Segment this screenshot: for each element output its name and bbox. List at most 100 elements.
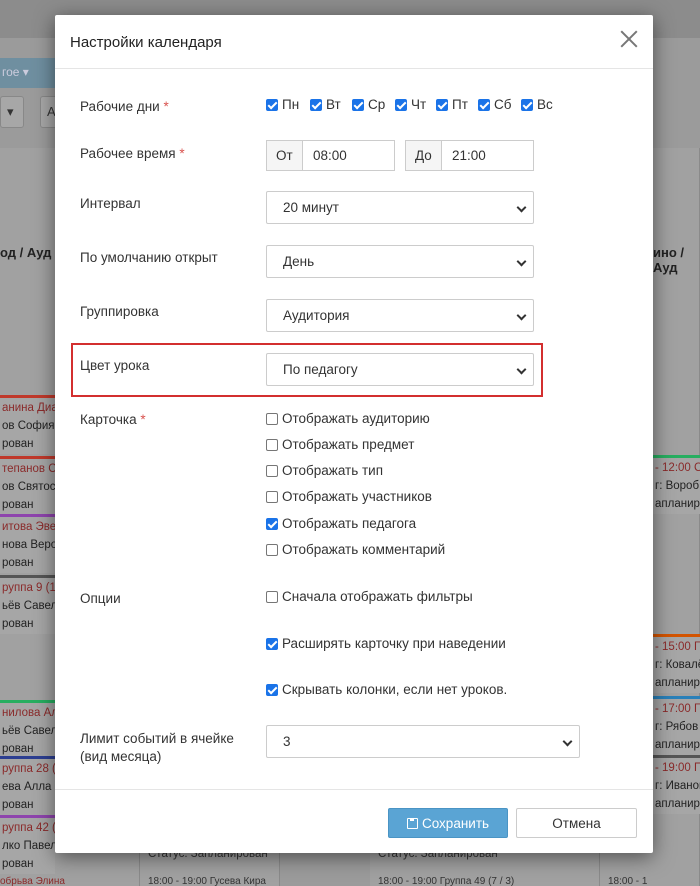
card-option-3[interactable]: Отображать участников bbox=[266, 489, 432, 504]
chevron-down-icon bbox=[516, 202, 527, 213]
option-item-2[interactable]: Скрывать колонки, если нет уроков. bbox=[266, 682, 507, 697]
background-card-line: ьёв Савел bbox=[2, 725, 55, 737]
day-checkbox-2-label: Ср bbox=[368, 97, 386, 112]
background-event-card: - 19:00 Пан г: Иванов апланиро bbox=[653, 755, 700, 814]
card-option-4[interactable]: Отображать педагога bbox=[266, 516, 416, 531]
option-item-0-label: Сначала отображать фильтры bbox=[282, 589, 473, 604]
background-card-line: - 17:00 Гру bbox=[655, 703, 700, 715]
default-open-label: По умолчанию открыт bbox=[80, 250, 218, 265]
background-card-line: рован bbox=[2, 858, 34, 870]
option-item-0[interactable]: Сначала отображать фильтры bbox=[266, 589, 473, 604]
required-mark: * bbox=[179, 146, 185, 161]
background-event-card: руппа 42 (4 лко Павел рован bbox=[0, 815, 55, 874]
background-card-line: апланиро bbox=[655, 798, 700, 810]
background-card-line: рован bbox=[2, 557, 34, 569]
background-bottom-text: 18:00 - 1 bbox=[608, 876, 648, 886]
save-icon bbox=[406, 817, 418, 829]
chevron-down-icon bbox=[516, 256, 527, 267]
save-button[interactable]: Сохранить bbox=[388, 808, 508, 838]
interval-label: Интервал bbox=[80, 196, 141, 211]
day-checkbox-4[interactable]: Пт bbox=[436, 97, 468, 112]
event-limit-select[interactable]: 3 bbox=[266, 725, 580, 758]
checkbox-checked[interactable] bbox=[478, 98, 490, 111]
checkbox-checked[interactable] bbox=[266, 98, 278, 111]
card-option-2[interactable]: Отображать тип bbox=[266, 463, 383, 478]
day-checkbox-1[interactable]: Вт bbox=[310, 97, 341, 112]
grouping-label: Группировка bbox=[80, 304, 159, 319]
background-card-line: - 12:00 Сор bbox=[655, 462, 700, 474]
background-card-line: г: Иванов bbox=[655, 780, 700, 792]
background-card-line: ьёв Савел bbox=[2, 600, 55, 612]
default-open-select[interactable]: День bbox=[266, 245, 534, 278]
modal-header: Настройки календаря bbox=[55, 15, 653, 69]
background-card-line: руппа 42 (4 bbox=[2, 822, 55, 834]
background-card-line: руппа 28 (13 bbox=[2, 763, 55, 775]
background-event-card: анина Диан ов София рован bbox=[0, 395, 55, 454]
lesson-color-select[interactable]: По педагогу bbox=[266, 353, 534, 386]
background-bottom-text: 18:00 - 19:00 Гусева Кира bbox=[148, 876, 266, 886]
checkbox-checked[interactable] bbox=[266, 683, 278, 696]
time-to-input[interactable]: 21:00 bbox=[441, 140, 534, 171]
cancel-button[interactable]: Отмена bbox=[516, 808, 637, 838]
grouping-value: Аудитория bbox=[283, 308, 350, 323]
default-open-value: День bbox=[283, 254, 315, 269]
required-mark: * bbox=[163, 99, 169, 114]
card-option-1[interactable]: Отображать предмет bbox=[266, 437, 414, 452]
checkbox-unchecked[interactable] bbox=[266, 464, 278, 477]
background-card-line: нилова Але bbox=[2, 707, 55, 719]
background-column-header: од / Ауд 2 bbox=[0, 245, 63, 260]
checkbox-checked[interactable] bbox=[310, 98, 322, 111]
card-option-5-label: Отображать комментарий bbox=[282, 542, 446, 557]
time-from-input[interactable]: 08:00 bbox=[302, 140, 395, 171]
day-checkbox-2[interactable]: Ср bbox=[352, 97, 385, 112]
card-option-3-label: Отображать участников bbox=[282, 489, 432, 504]
background-event-card: руппа 28 (13 ева Алла рован bbox=[0, 756, 55, 815]
background-card-line: апланиро bbox=[655, 498, 700, 510]
checkbox-checked[interactable] bbox=[395, 98, 407, 111]
checkbox-checked[interactable] bbox=[266, 517, 278, 530]
option-item-1-label: Расширять карточку при наведении bbox=[282, 636, 506, 651]
background-event-card: руппа 9 (10 ьёв Савел рован bbox=[0, 575, 55, 634]
grouping-select[interactable]: Аудитория bbox=[266, 299, 534, 332]
checkbox-unchecked[interactable] bbox=[266, 438, 278, 451]
close-icon[interactable] bbox=[619, 29, 639, 49]
day-checkbox-6[interactable]: Вс bbox=[521, 97, 553, 112]
day-checkbox-5[interactable]: Сб bbox=[478, 97, 511, 112]
card-option-0[interactable]: Отображать аудиторию bbox=[266, 411, 430, 426]
checkbox-checked[interactable] bbox=[266, 637, 278, 650]
background-select: ▾ bbox=[0, 96, 24, 128]
checkbox-unchecked[interactable] bbox=[266, 412, 278, 425]
day-checkbox-6-label: Вс bbox=[537, 97, 553, 112]
checkbox-checked[interactable] bbox=[352, 98, 364, 111]
option-item-1[interactable]: Расширять карточку при наведении bbox=[266, 636, 506, 651]
event-limit-value: 3 bbox=[283, 734, 291, 749]
card-option-5[interactable]: Отображать комментарий bbox=[266, 542, 445, 557]
required-mark: * bbox=[140, 412, 146, 427]
day-checkbox-4-label: Пт bbox=[452, 97, 468, 112]
background-card-line: тепанов Свя bbox=[2, 463, 55, 475]
background-card-line: нова Верон bbox=[2, 539, 55, 551]
background-card-line: рован bbox=[2, 799, 34, 811]
checkbox-checked[interactable] bbox=[436, 98, 448, 111]
background-card-line: ов Святосла bbox=[2, 481, 55, 493]
chevron-down-icon bbox=[562, 736, 573, 747]
day-checkbox-0[interactable]: Пн bbox=[266, 97, 299, 112]
background-card-line: лко Павел bbox=[2, 840, 55, 852]
background-card-line: апланиро bbox=[655, 677, 700, 689]
lesson-color-value: По педагогу bbox=[283, 362, 358, 377]
background-card-line: рован bbox=[2, 499, 34, 511]
working-days-label: Рабочие дни * bbox=[80, 99, 169, 114]
working-time-label: Рабочее время * bbox=[80, 146, 185, 161]
checkbox-checked[interactable] bbox=[521, 98, 533, 111]
checkbox-unchecked[interactable] bbox=[266, 490, 278, 503]
background-card-line: руппа 9 (10 bbox=[2, 582, 55, 594]
interval-select[interactable]: 20 минут bbox=[266, 191, 534, 224]
checkbox-unchecked[interactable] bbox=[266, 590, 278, 603]
save-button-label: Сохранить bbox=[421, 815, 490, 831]
time-to-addon: До bbox=[405, 140, 442, 171]
background-menu: гое ▾ bbox=[0, 58, 55, 88]
background-card-line: апланиро bbox=[655, 739, 700, 751]
card-option-0-label: Отображать аудиторию bbox=[282, 411, 430, 426]
day-checkbox-3[interactable]: Чт bbox=[395, 97, 426, 112]
checkbox-unchecked[interactable] bbox=[266, 543, 278, 556]
